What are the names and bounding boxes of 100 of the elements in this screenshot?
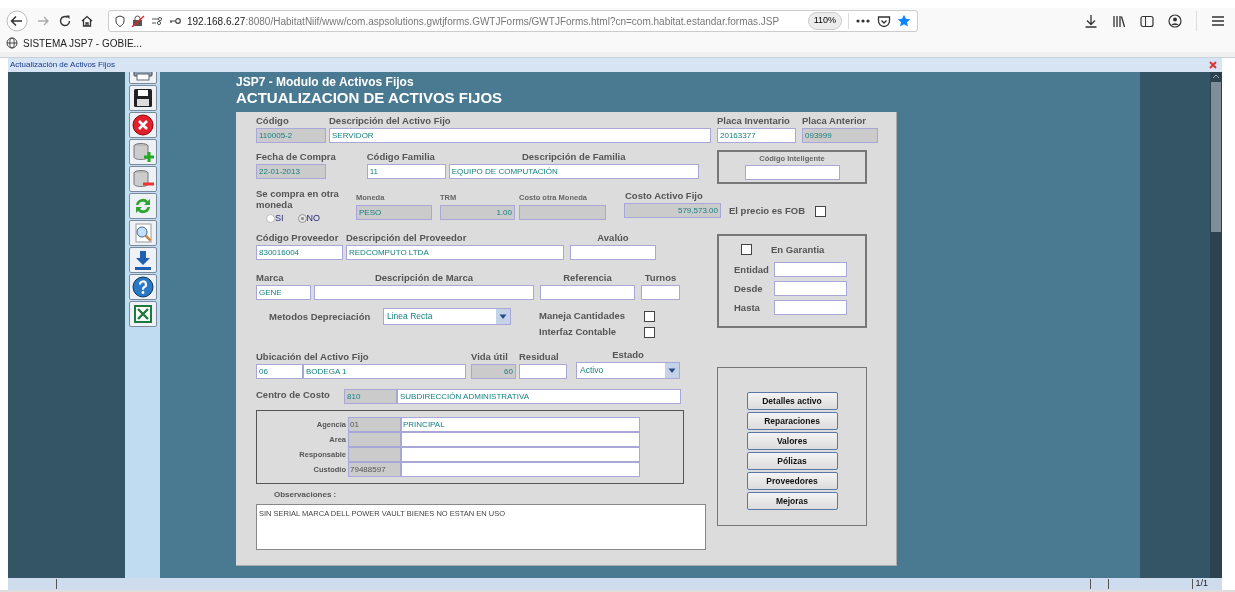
input-field[interactable] — [348, 432, 401, 447]
dropdown[interactable]: Activo — [576, 362, 680, 379]
field-label: Código Familia — [366, 151, 436, 163]
field-label: Hasta — [733, 301, 761, 314]
page-indicator: 1/1 — [1195, 577, 1208, 591]
checkbox[interactable] — [815, 205, 827, 217]
insecure-lock-icon — [131, 15, 145, 27]
spreadsheet-button[interactable] — [128, 301, 157, 327]
dropdown[interactable]: Linea Recta — [383, 308, 511, 325]
input-field[interactable]: SERVIDOR — [329, 128, 711, 143]
database-remove-button[interactable] — [128, 166, 157, 192]
cancel-button[interactable] — [128, 112, 157, 138]
field-label: Ubicación del Activo Fijo — [256, 351, 369, 363]
radio-button[interactable] — [297, 213, 307, 223]
floppy-disk-button[interactable] — [128, 85, 157, 111]
input-field[interactable]: REDCOMPUTO LTDA — [346, 245, 564, 260]
cancel-icon — [131, 114, 154, 136]
field-label: Descripción del Proveedor — [346, 232, 468, 244]
input-field[interactable]: EQUIPO DE COMPUTACIÓN — [448, 164, 699, 179]
download-button[interactable] — [128, 247, 157, 273]
radio-label[interactable]: NO — [306, 213, 320, 223]
refresh-button[interactable] — [128, 193, 157, 219]
input-field[interactable] — [519, 364, 567, 379]
field-label: Costo Activo Fijo — [625, 190, 704, 202]
input-field[interactable] — [570, 245, 656, 260]
input-field[interactable] — [540, 285, 635, 300]
dropdown-value: Linea Recta — [386, 310, 434, 323]
bookmark-link[interactable]: SISTEMA JSP7 - GOBIE... — [23, 35, 142, 51]
home-icon[interactable] — [80, 14, 94, 28]
form-button[interactable]: Pólizas — [746, 452, 838, 470]
input-field[interactable] — [774, 300, 847, 315]
input-field[interactable]: 11 — [366, 164, 446, 179]
scrollbar[interactable] — [1210, 72, 1222, 578]
shield-icon — [115, 15, 125, 27]
help-button[interactable] — [128, 274, 157, 300]
input-field[interactable] — [401, 447, 640, 462]
pocket-icon[interactable] — [877, 14, 891, 28]
field-label: Desde — [733, 282, 764, 295]
account-icon[interactable] — [1168, 14, 1182, 28]
form-button[interactable]: Mejoras — [746, 492, 838, 510]
window-title: Actualización de Activos Fijos — [10, 59, 115, 71]
field-label: Descripción de Marca — [374, 272, 474, 284]
form-button[interactable]: Valores — [746, 432, 838, 450]
zoom-badge[interactable]: 110% — [807, 12, 842, 30]
input-field[interactable]: 01 — [348, 417, 401, 432]
address-bar[interactable]: 192.168.6.27:8080/HabitatNiif/www/com.aspsolutions.gwtjforms.GWTJForms/GWTJForms.html?cn=com.habitat.estandar.formas.JSP 110% — [108, 10, 918, 32]
input-field[interactable] — [774, 281, 847, 296]
back-icon[interactable] — [6, 10, 28, 32]
input-field[interactable]: BODEGA 1 — [303, 364, 466, 379]
url-text: 192.168.6.27:8080/HabitatNiif/www/com.aspsolutions.gwtjforms.GWTJForms/GWTJForms.html?cn=com.habitat.estandar.formas.JSP — [187, 14, 781, 29]
form-button[interactable]: Proveedores — [746, 472, 838, 490]
scrollbar-thumb[interactable] — [1211, 82, 1221, 232]
form-title: ACTUALIZACION DE ACTIVOS FIJOS — [236, 89, 504, 107]
form-button[interactable]: Reparaciones — [746, 412, 838, 430]
field-label: Estado — [612, 349, 644, 361]
input-field[interactable] — [348, 447, 401, 462]
input-field[interactable]: 830016004 — [256, 245, 343, 260]
download-icon[interactable] — [1084, 14, 1098, 28]
radio-button[interactable] — [266, 213, 275, 223]
globe-icon[interactable] — [6, 37, 18, 49]
input-field[interactable] — [641, 285, 680, 300]
input-field[interactable]: SUBDIRECCIÓN ADMINISTRATIVA — [397, 389, 681, 404]
input-field[interactable] — [314, 285, 534, 300]
input-field[interactable]: 79488597 — [348, 462, 401, 477]
field-label: Avalúo — [597, 232, 629, 244]
input-field[interactable] — [744, 165, 840, 180]
checkbox-label: En Garantia — [771, 244, 825, 256]
input-field[interactable]: 20163377 — [717, 128, 796, 143]
input-field[interactable]: PRINCIPAL — [401, 417, 640, 432]
field-label: Descripción de Familia — [521, 151, 626, 163]
reload-icon[interactable] — [58, 14, 72, 28]
close-icon[interactable] — [1209, 61, 1217, 69]
input-field[interactable] — [774, 262, 847, 277]
field-label: Fecha de Compra — [256, 151, 336, 163]
input-field[interactable] — [401, 432, 640, 447]
checkbox[interactable] — [741, 243, 752, 255]
database-remove-icon — [131, 168, 154, 190]
radio-label[interactable]: SI — [275, 213, 284, 223]
forward-icon[interactable] — [36, 14, 50, 28]
more-icon[interactable] — [855, 18, 871, 24]
star-icon[interactable] — [897, 14, 911, 28]
input-field[interactable] — [401, 462, 640, 477]
input-field[interactable]: 06 — [256, 364, 303, 379]
input-field[interactable]: GENE — [256, 285, 311, 300]
library-icon[interactable] — [1112, 14, 1126, 28]
field-label: Centro de Costo — [256, 389, 331, 401]
field-label: Turnos — [644, 272, 677, 284]
menu-icon[interactable] — [1211, 15, 1225, 27]
key-icon — [169, 17, 181, 25]
checkbox[interactable] — [644, 326, 655, 338]
search-document-button[interactable] — [128, 220, 157, 246]
field-label: Placa Inventario — [717, 115, 791, 127]
checkbox[interactable] — [644, 310, 655, 322]
field-label: Vida útil — [471, 351, 509, 363]
help-icon — [131, 276, 154, 298]
sidebar-icon[interactable] — [1140, 14, 1154, 28]
permissions-icon — [151, 16, 163, 26]
spreadsheet-icon — [131, 303, 154, 325]
field-label: Marca — [256, 272, 285, 284]
form-button[interactable]: Detalles activo — [746, 392, 838, 410]
